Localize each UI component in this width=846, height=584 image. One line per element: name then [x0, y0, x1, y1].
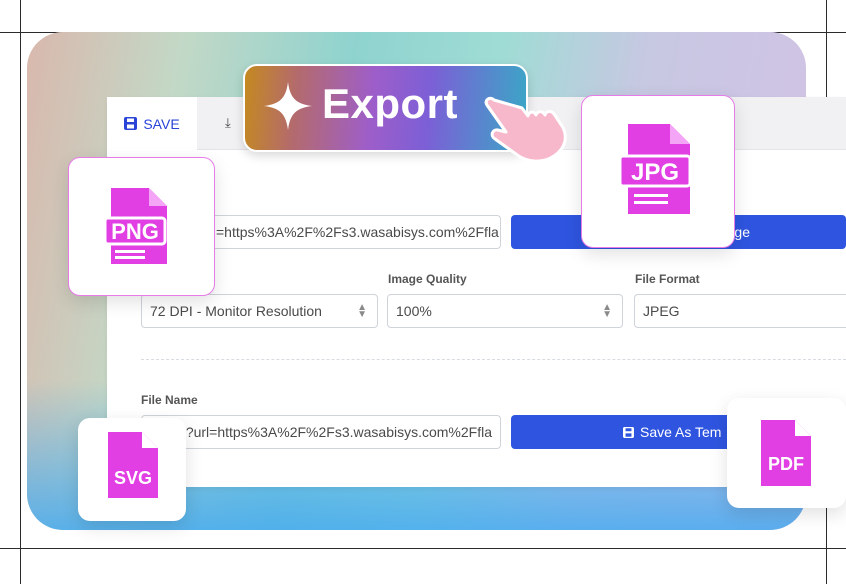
- dpi-select[interactable]: 72 DPI - Monitor Resolution ▲ ▼: [141, 294, 378, 328]
- guide-line-bottom: [0, 548, 846, 549]
- image-quality-value: 100%: [396, 303, 432, 319]
- file-format-select[interactable]: JPEG: [634, 294, 846, 328]
- file-name-label: File Name: [141, 393, 198, 407]
- jpg-file-card: JPG: [581, 95, 735, 248]
- url-input-value: =https%3A%2F%2Fs3.wasabisys.com%2Ffla: [216, 224, 499, 240]
- save-as-template-label: Save As Tem: [640, 424, 722, 440]
- dpi-select-value: 72 DPI - Monitor Resolution: [150, 303, 322, 319]
- section-divider: [141, 359, 846, 360]
- guide-line-left: [20, 0, 21, 584]
- sparkle-icon: [264, 82, 312, 130]
- select-arrows-icon: ▲ ▼: [602, 302, 612, 320]
- svg-file-card: SVG: [78, 418, 186, 521]
- top-action-button-label: ge: [734, 224, 750, 240]
- svg-label: SVG: [114, 468, 152, 488]
- select-arrows-icon: ▲ ▼: [357, 302, 367, 320]
- png-file-icon: PNG: [103, 188, 167, 264]
- svg-file-icon: SVG: [108, 432, 158, 498]
- jpg-file-icon: JPG: [618, 124, 692, 214]
- download-icon: ⤓: [225, 115, 231, 130]
- pointer-hand-icon: [484, 96, 567, 163]
- file-name-input[interactable]: ?url=https%3A%2F%2Fs3.wasabisys.com%2Ffl…: [141, 415, 501, 449]
- url-input[interactable]: =https%3A%2F%2Fs3.wasabisys.com%2Ffla: [207, 215, 501, 249]
- pdf-label: PDF: [768, 454, 804, 474]
- file-format-label: File Format: [635, 272, 700, 286]
- export-title: Export: [322, 80, 459, 127]
- tab-download[interactable]: ⤓: [225, 115, 231, 131]
- png-file-card: PNG: [68, 157, 215, 296]
- image-quality-label: Image Quality: [388, 272, 467, 286]
- image-quality-select[interactable]: 100% ▲ ▼: [387, 294, 623, 328]
- tab-save-label: SAVE: [143, 115, 180, 132]
- save-icon: [124, 117, 138, 130]
- pdf-file-icon: PDF: [761, 420, 811, 486]
- tab-save[interactable]: SAVE: [107, 97, 197, 150]
- pdf-file-card: PDF: [727, 398, 846, 508]
- png-label: PNG: [111, 219, 159, 244]
- jpg-label: JPG: [631, 159, 679, 186]
- file-name-value: ?url=https%3A%2F%2Fs3.wasabisys.com%2Ffl…: [185, 424, 492, 440]
- save-icon: [623, 426, 634, 438]
- file-format-value: JPEG: [643, 303, 680, 319]
